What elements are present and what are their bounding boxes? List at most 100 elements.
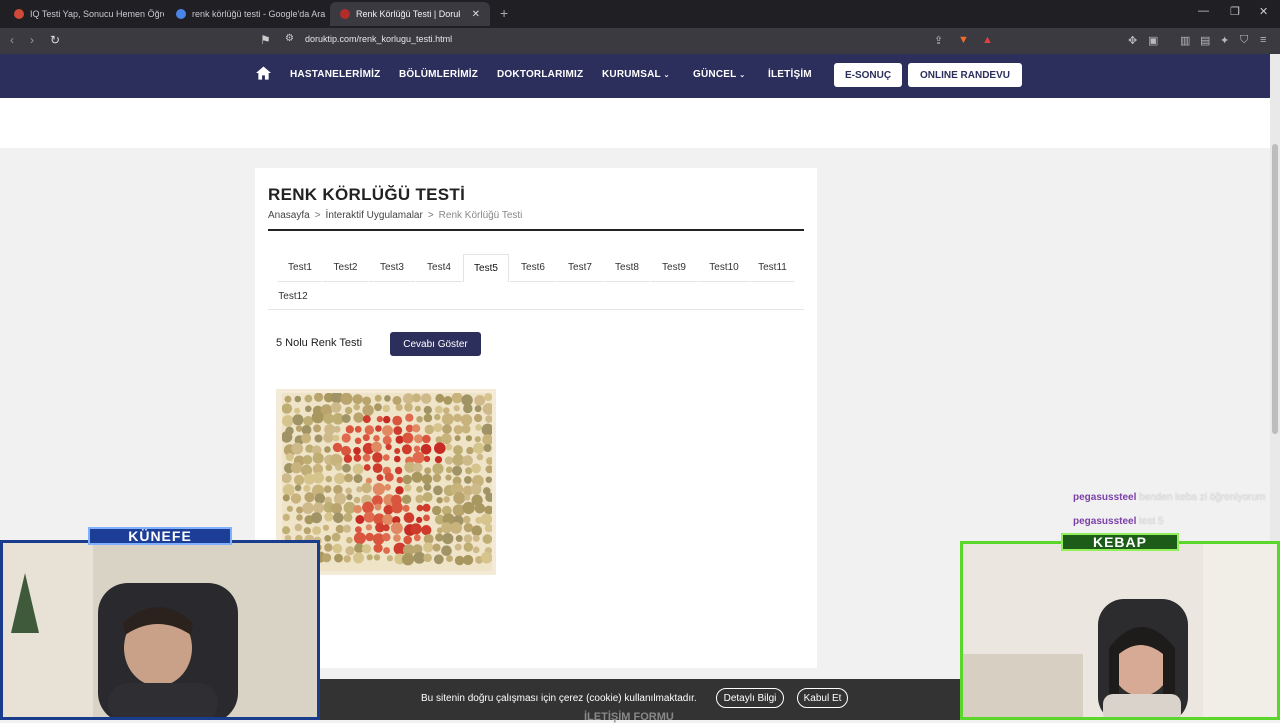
plate-dot: [353, 412, 364, 423]
plate-dot: [312, 472, 324, 484]
cookie-details-button[interactable]: Detaylı Bilgi: [716, 688, 784, 708]
vpn-icon[interactable]: ⛉: [1240, 34, 1248, 47]
back-icon[interactable]: ‹: [10, 33, 14, 47]
plate-dot: [473, 442, 485, 454]
webcam-left-label: KÜNEFE: [88, 527, 232, 545]
plate-dot: [303, 484, 311, 492]
wallet-icon[interactable]: ▤: [1200, 34, 1210, 47]
tab-test11[interactable]: Test11: [751, 254, 794, 282]
site-favicon-icon: [340, 9, 350, 19]
plate-dot: [345, 487, 352, 495]
online-appointment-button[interactable]: ONLINE RANDEVU: [908, 63, 1022, 87]
cookie-accept-button[interactable]: Kabul Et: [797, 688, 848, 708]
plate-dot: [341, 414, 351, 423]
plate-dot: [324, 535, 332, 542]
tab-search-icon[interactable]: ▣: [1148, 34, 1158, 47]
show-answer-button[interactable]: Cevabı Göster: [390, 332, 481, 356]
scrollbar-thumb[interactable]: [1272, 144, 1278, 434]
plate-dot: [422, 503, 431, 512]
plate-dot: [484, 393, 492, 402]
plate-dot: [311, 512, 322, 524]
plate-dot: [312, 526, 321, 535]
plate-dot: [343, 454, 353, 463]
plate-dot: [404, 484, 412, 492]
plate-dot: [334, 553, 343, 563]
breadcrumb-apps-link[interactable]: İnteraktif Uygulamalar: [326, 210, 423, 221]
new-tab-icon[interactable]: +: [500, 5, 508, 21]
nav-corporate-label: KURUMSAL: [602, 69, 661, 80]
plate-dot: [343, 512, 353, 522]
brave-shield-icon[interactable]: ▼: [958, 34, 969, 46]
plate-dot: [443, 496, 450, 503]
tab-test7[interactable]: Test7: [557, 254, 603, 282]
tab-test12[interactable]: Test12: [268, 282, 318, 310]
browser-tab-active[interactable]: Renk Körlüğü Testi | Doruk Sağlı ✕: [330, 2, 490, 26]
nav-current[interactable]: GÜNCEL ⌄: [693, 69, 745, 80]
sidebar-icon[interactable]: ▥: [1180, 34, 1190, 47]
tab-test3[interactable]: Test3: [369, 254, 415, 282]
plate-dot: [313, 424, 322, 433]
bookmark-icon[interactable]: ⚑: [260, 33, 271, 47]
plate-dot: [421, 474, 433, 485]
plate-dot: [302, 455, 313, 465]
plate-dot: [405, 413, 414, 422]
tab-test8[interactable]: Test8: [604, 254, 650, 282]
leo-icon[interactable]: ✦: [1220, 34, 1229, 47]
e-result-button[interactable]: E-SONUÇ: [834, 63, 902, 87]
plate-dot: [333, 425, 341, 433]
plate-dot: [393, 426, 403, 435]
plate-dot: [423, 455, 431, 463]
plate-dot: [330, 402, 342, 413]
nav-hospitals[interactable]: HASTANELERİMİZ: [290, 69, 380, 80]
plate-dot: [312, 452, 324, 464]
cookie-message: Bu sitenin doğru çalışması için çerez (c…: [421, 693, 697, 704]
plate-dot: [393, 534, 401, 542]
plate-dot: [394, 466, 403, 475]
site-info-icon[interactable]: ⚙: [285, 33, 294, 44]
home-icon[interactable]: [256, 66, 271, 80]
plate-dot: [404, 403, 413, 412]
webcam-right-label: KEBAP: [1061, 533, 1179, 551]
plate-dot: [291, 442, 304, 455]
tab-test6[interactable]: Test6: [510, 254, 556, 282]
browser-tab[interactable]: renk körlüğü testi - Google'da Ara: [166, 2, 328, 26]
plate-dot: [386, 555, 393, 562]
plate-dot: [353, 454, 362, 462]
plate-dot: [471, 463, 481, 474]
rewards-icon[interactable]: ▲: [982, 34, 993, 46]
restore-icon[interactable]: ❐: [1230, 5, 1240, 18]
tab-test9[interactable]: Test9: [651, 254, 697, 282]
plate-dot: [443, 407, 450, 414]
plate-dot: [424, 424, 434, 435]
plate-dot: [444, 456, 453, 465]
plate-dot: [474, 436, 481, 443]
menu-icon[interactable]: ≡: [1260, 34, 1266, 46]
tab-test10[interactable]: Test10: [698, 254, 750, 282]
plate-dot: [474, 395, 486, 406]
browser-tab[interactable]: IQ Testi Yap, Sonucu Hemen Öğren: [4, 2, 164, 26]
plate-dot: [345, 425, 354, 434]
nav-doctors[interactable]: DOKTORLARIMIZ: [497, 69, 583, 80]
reload-icon[interactable]: ↻: [50, 33, 60, 47]
tab-test5[interactable]: Test5: [463, 254, 509, 282]
plate-dot: [402, 474, 412, 485]
nav-contact[interactable]: İLETİŞİM: [768, 69, 812, 80]
breadcrumb-home-link[interactable]: Anasayfa: [268, 210, 310, 221]
close-window-icon[interactable]: ✕: [1259, 5, 1268, 18]
minimize-icon[interactable]: —: [1198, 5, 1209, 17]
plate-dot: [332, 543, 343, 554]
close-tab-icon[interactable]: ✕: [472, 9, 480, 20]
address-bar[interactable]: doruktip.com/renk_korlugu_testi.html: [305, 34, 452, 44]
forward-icon[interactable]: ›: [30, 33, 34, 47]
plate-dot: [442, 533, 454, 545]
share-icon[interactable]: ⇪: [934, 34, 943, 47]
nav-corporate[interactable]: KURUMSAL ⌄: [602, 69, 670, 80]
extensions-icon[interactable]: ✥: [1128, 34, 1137, 47]
plate-dot: [463, 515, 471, 524]
plate-dot: [445, 466, 453, 474]
tab-test2[interactable]: Test2: [323, 254, 368, 282]
nav-departments[interactable]: BÖLÜMLERİMİZ: [399, 69, 478, 80]
plate-dot: [441, 433, 452, 445]
tab-test1[interactable]: Test1: [278, 254, 322, 282]
tab-test4[interactable]: Test4: [416, 254, 462, 282]
